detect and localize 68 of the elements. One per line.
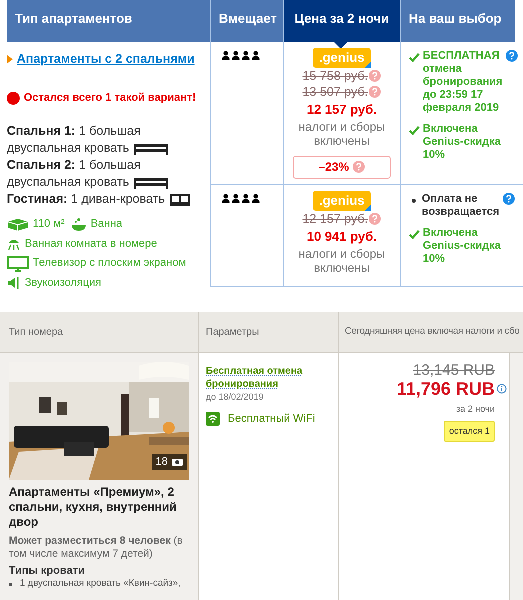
availability-badge: остался 1 [444,420,495,442]
room-title: Апартаменты «Премиум», 2 спальни, кухня, внутренний двор [9,485,178,530]
old-price: 13,145 RUB [413,362,495,380]
facility-label: Телевизор с плоским экраном [33,256,186,272]
wifi-label: Бесплатный WiFi [228,412,316,427]
check-icon [409,53,420,62]
shower-icon [7,237,21,251]
help-icon[interactable] [369,86,382,98]
column-header: Цена за 2 ночи [283,0,400,42]
price: 10 941 руб. [306,228,377,246]
help-icon[interactable] [353,161,366,173]
bed-icon [133,142,170,155]
discount-value: –23% [318,159,350,176]
sofa-bed-icon [169,192,192,207]
facility-label: Ванная комната в номере [25,236,158,252]
room-link[interactable]: Апартаменты с 2 спальнями [17,50,195,69]
column-header: На ваш выбор [400,0,515,42]
facility-label: Ванна [90,217,123,232]
bed-description: Спальня 2: 1 большая двуспальная кровать [7,157,206,192]
price: 12 157 руб. [306,101,377,119]
genius-badge: .genius [313,191,371,211]
nights-note: за 2 ночи [456,403,495,416]
bed-description: Спальня 1: 1 большая двуспальная кровать [7,123,206,158]
capacity-text: Может разместиться 8 человек (в том числе максимум 7 детей) [9,535,184,562]
photo-count: 18 [156,454,168,470]
help-icon[interactable] [369,213,382,225]
help-icon[interactable] [369,70,382,82]
condition-text: Оплата не возвращается [422,193,500,219]
speaker-icon [7,276,21,290]
caret-icon [7,54,13,64]
people-icon [221,194,261,204]
condition-text: БЕСПЛАТНАЯ отмена бронирования до 23:59 17 февраля 2019 [423,50,503,115]
bed-type: 1 двуспальная кровать «Квин-сайз», [20,578,181,590]
bed-icon [133,176,170,189]
column-header: Тип апартаментов [7,0,210,42]
old-price: 13 507 руб. [302,84,368,100]
bullet-icon [412,199,416,203]
info-icon[interactable] [497,384,507,394]
free-cancellation-link[interactable]: Бесплатная отмена бронирования [206,365,338,392]
wifi-icon [206,412,220,426]
genius-badge: .genius [313,48,371,68]
condition-text: Включена Genius-скидка 10% [423,227,502,266]
tv-icon [7,256,29,272]
column-header: Сегодняшняя цена включая налоги и сбо [345,325,520,340]
camera-icon [172,458,183,466]
people-icon [221,51,261,61]
bullet-icon [9,582,12,586]
check-icon [409,230,420,239]
old-price: 15 758 руб. [302,68,368,84]
old-price: 12 157 руб. [302,211,368,227]
cancellation-date: до 18/02/2019 [206,391,265,404]
facility-label: 110 м² [33,217,65,232]
help-icon[interactable] [506,50,518,62]
price: 11,796 RUB [396,379,495,400]
help-icon[interactable] [503,193,515,205]
urgency-message: Остался всего 1 такой вариант! [24,90,196,106]
bed-types-heading: Типы кровати [9,564,86,578]
bathtub-icon [70,218,87,232]
condition-text: Включена Genius-скидка 10% [423,123,502,162]
cube-icon [7,218,29,232]
column-header: Вмещает [210,0,283,42]
facility-label: Звукоизоляция [25,276,102,291]
taxes-note: налоги и сборы включены [298,246,386,274]
column-header: Параметры [206,326,260,340]
column-header: Тип номера [9,326,64,340]
bed-description: Гостиная: 1 диван-кровать [7,191,206,208]
taxes-note: налоги и сборы включены [298,120,386,148]
check-icon [409,126,420,135]
